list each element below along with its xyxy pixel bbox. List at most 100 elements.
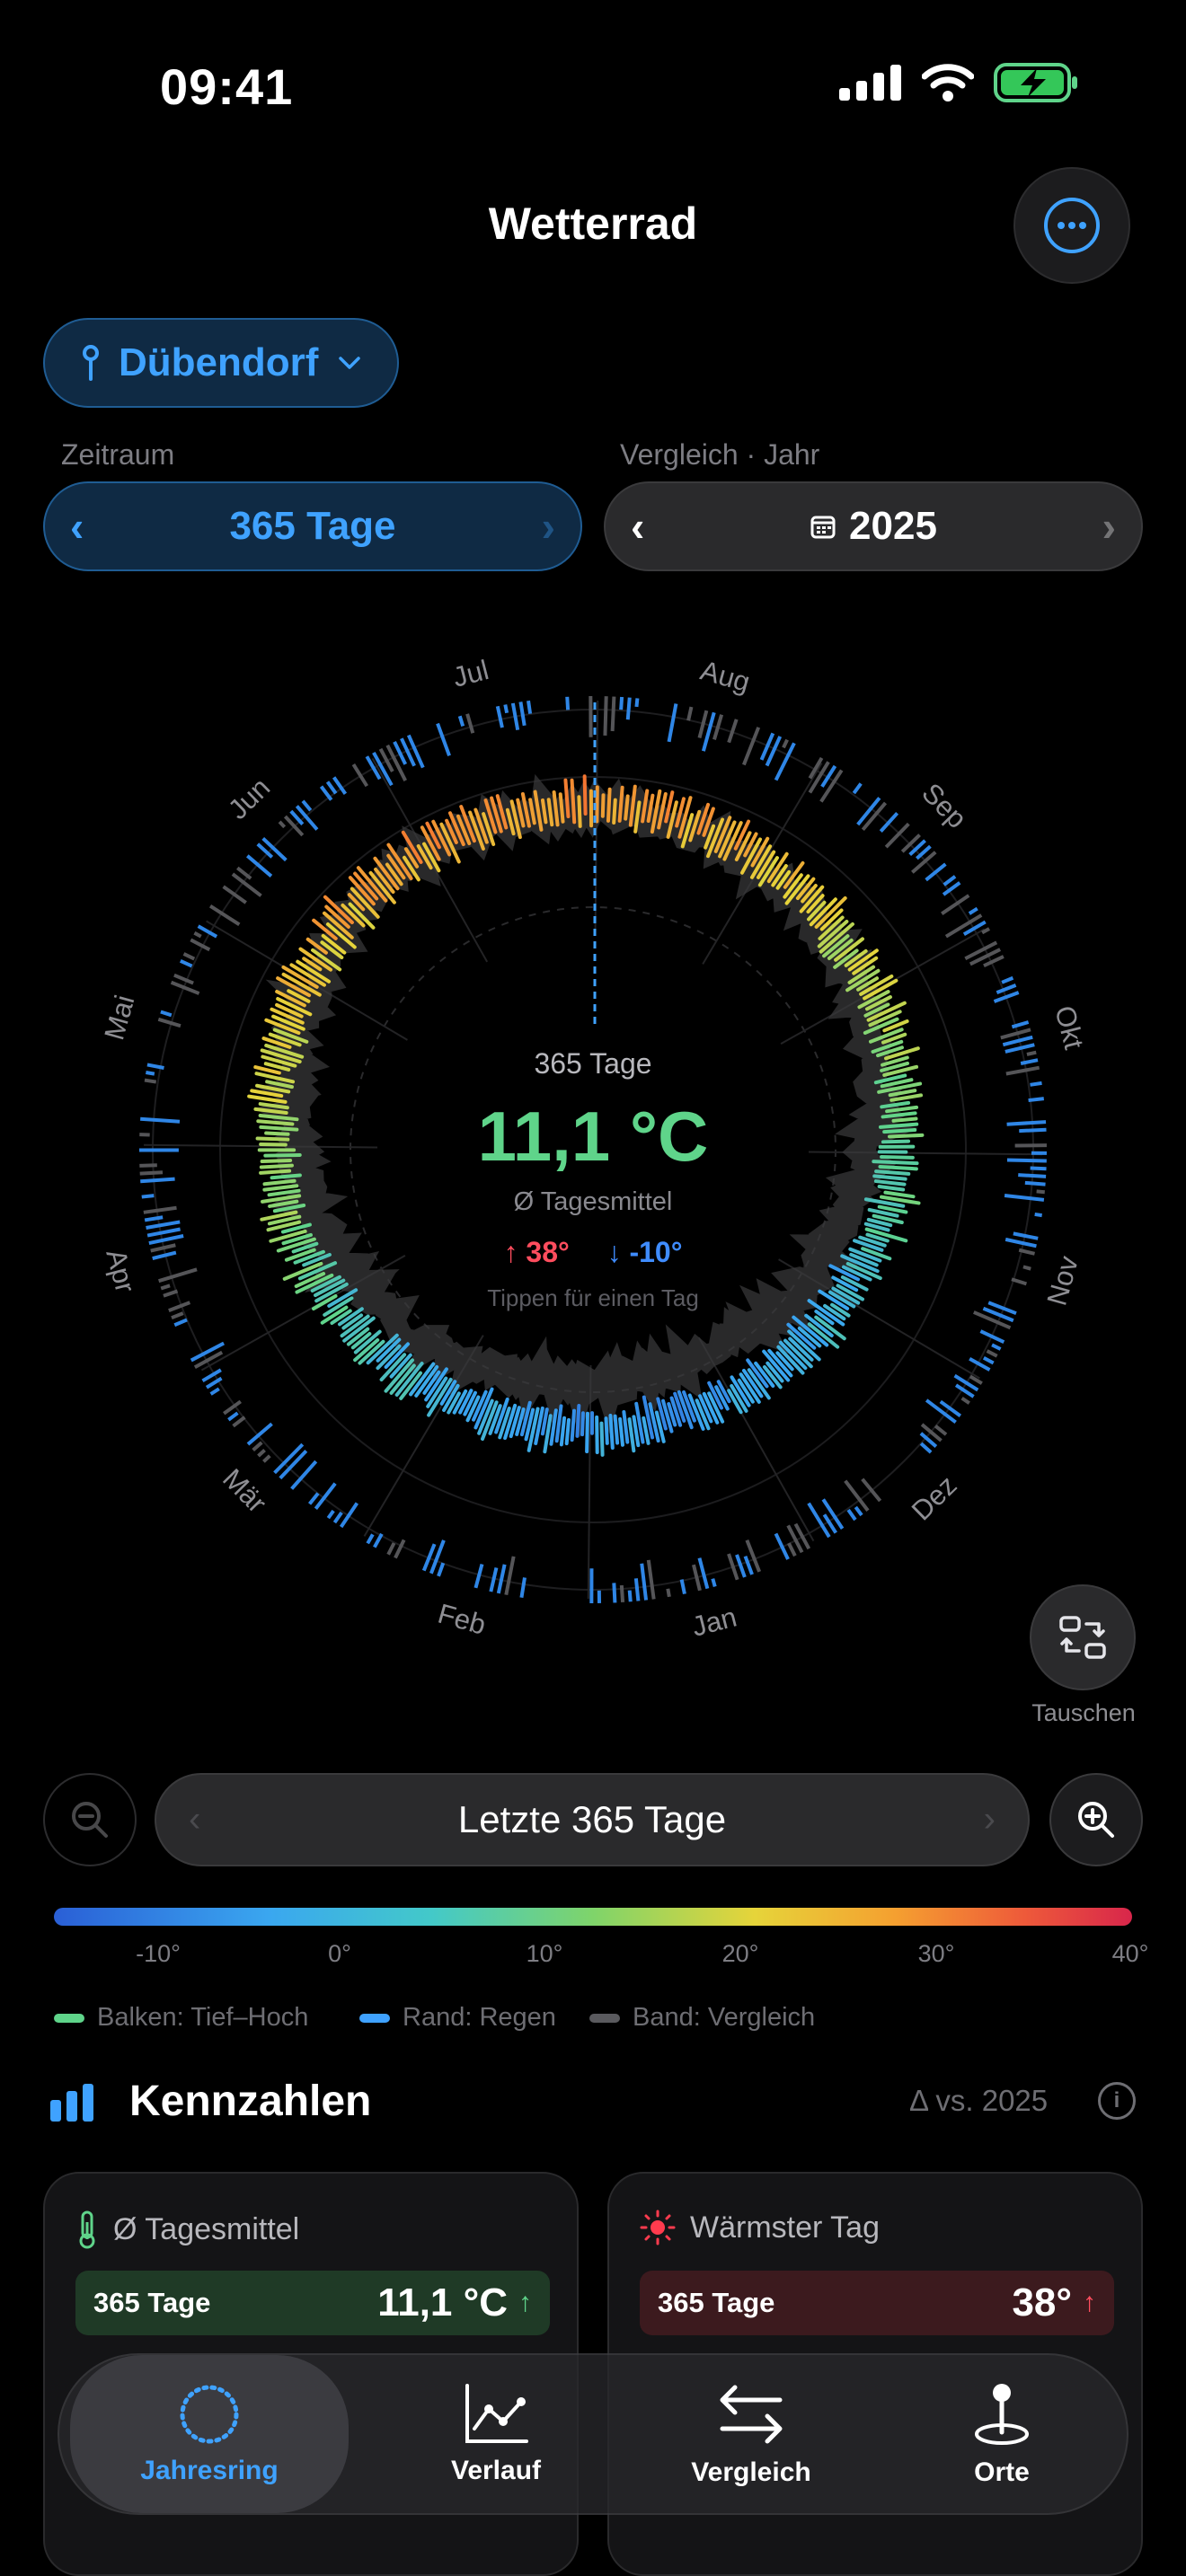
tab-label: Verlauf bbox=[450, 2456, 542, 2485]
month-label: Mär bbox=[217, 1462, 272, 1519]
rain-mark bbox=[182, 952, 196, 961]
cellular-signal-icon bbox=[839, 65, 901, 101]
temp-bar bbox=[262, 1178, 296, 1187]
rain-mark bbox=[943, 875, 957, 887]
ellipsis-circle-icon bbox=[1044, 198, 1100, 253]
status-time: 09:41 bbox=[160, 58, 294, 115]
month-label: Jul bbox=[449, 654, 491, 693]
rain-mark bbox=[646, 1559, 656, 1600]
temp-bar bbox=[624, 794, 630, 821]
rain-mark bbox=[504, 1556, 516, 1596]
card-value: 38° bbox=[1012, 2280, 1072, 2325]
chevron-right-icon[interactable]: › bbox=[542, 502, 555, 551]
period-label: Zeitraum bbox=[61, 438, 175, 471]
chevron-left-icon[interactable]: ‹ bbox=[70, 502, 84, 551]
legend-label: Band: Vergleich bbox=[633, 2003, 816, 2032]
tab-vergleich[interactable]: Vergleich bbox=[634, 2355, 868, 2513]
zoom-in-button[interactable] bbox=[1049, 1773, 1143, 1866]
trend-up-icon: ↑ bbox=[518, 2288, 532, 2317]
info-icon[interactable]: i bbox=[1098, 2082, 1136, 2120]
rain-mark bbox=[386, 1542, 396, 1556]
rain-mark bbox=[619, 696, 624, 710]
zoom-out-icon bbox=[72, 1802, 108, 1838]
rain-mark bbox=[173, 973, 194, 985]
rain-mark bbox=[373, 1532, 384, 1548]
rain-mark bbox=[144, 1215, 164, 1222]
rain-mark bbox=[1024, 1180, 1046, 1187]
tab-label: Jahresring bbox=[140, 2456, 279, 2485]
rain-mark bbox=[787, 1542, 797, 1557]
rain-mark bbox=[351, 763, 369, 788]
pin-icon bbox=[83, 345, 99, 381]
rain-mark bbox=[503, 704, 509, 714]
range-prev-icon[interactable]: ‹ bbox=[189, 1800, 200, 1840]
chevron-left-icon[interactable]: ‹ bbox=[631, 502, 644, 551]
max-temp: ↑ 38° bbox=[503, 1236, 570, 1268]
tab-orte[interactable]: Orte bbox=[890, 2355, 1114, 2513]
scale-tick: 0° bbox=[328, 1940, 351, 1967]
period-selector[interactable]: ‹ 365 Tage › bbox=[43, 481, 582, 571]
month-label: Jun bbox=[222, 772, 276, 825]
rain-mark bbox=[633, 1578, 641, 1601]
sun-icon bbox=[640, 2210, 676, 2245]
temp-bar bbox=[570, 1408, 576, 1442]
compare-year-value: 2025 bbox=[849, 504, 937, 548]
status-icons bbox=[839, 63, 1078, 102]
range-next-icon[interactable]: › bbox=[984, 1800, 996, 1840]
location-selector[interactable]: Dübendorf bbox=[43, 318, 400, 408]
legend-swatch bbox=[359, 2013, 390, 2023]
rain-mark bbox=[982, 1355, 995, 1365]
temp-bar bbox=[582, 774, 588, 816]
rain-mark bbox=[495, 705, 504, 728]
temperature-color-scale bbox=[54, 1908, 1132, 1926]
zoom-out-button[interactable] bbox=[43, 1773, 137, 1866]
rain-mark bbox=[261, 836, 288, 862]
rain-mark bbox=[1001, 975, 1014, 984]
section-title: Kennzahlen bbox=[129, 2078, 372, 2125]
rain-mark bbox=[679, 1579, 686, 1595]
zoom-in-icon bbox=[1078, 1802, 1114, 1838]
rain-mark bbox=[326, 1509, 335, 1520]
range-selector[interactable]: ‹ Letzte 365 Tage › bbox=[155, 1773, 1030, 1866]
rain-mark bbox=[854, 1505, 863, 1517]
chart-line-icon bbox=[465, 2384, 528, 2443]
card-title: Wärmster Tag bbox=[690, 2210, 880, 2245]
rain-mark bbox=[262, 1454, 271, 1463]
temp-bar bbox=[570, 778, 577, 825]
rain-mark bbox=[634, 698, 640, 708]
tab-verlauf[interactable]: Verlauf bbox=[379, 2355, 613, 2513]
rain-mark bbox=[173, 1318, 188, 1328]
rain-mark bbox=[979, 1329, 1005, 1344]
rain-mark bbox=[627, 1590, 633, 1602]
rain-mark bbox=[1000, 1028, 1031, 1040]
tab-jahresring[interactable]: Jahresring bbox=[70, 2355, 349, 2513]
more-button[interactable] bbox=[1013, 167, 1130, 284]
rain-mark bbox=[610, 696, 616, 732]
compare-year-selector[interactable]: ‹ 2025 › bbox=[604, 481, 1143, 571]
rain-mark bbox=[986, 1349, 998, 1358]
min-temp: ↓ -10° bbox=[606, 1236, 683, 1268]
rain-mark bbox=[308, 1492, 320, 1505]
tab-label: Vergleich bbox=[691, 2457, 811, 2487]
temp-bar bbox=[627, 1417, 636, 1453]
rain-mark bbox=[232, 1416, 246, 1428]
swap-button[interactable] bbox=[1030, 1584, 1136, 1690]
rain-mark bbox=[640, 1563, 649, 1601]
rain-mark bbox=[969, 1374, 983, 1385]
chart-bar-icon bbox=[50, 2084, 93, 2122]
rain-mark bbox=[257, 1448, 266, 1458]
period-value: 365 Tage bbox=[229, 504, 396, 548]
ring-icon bbox=[180, 2385, 239, 2444]
legend-label: Balken: Tief–Hoch bbox=[97, 2003, 309, 2032]
wheel-center-minmax: ↑ 38° ↓ -10° bbox=[0, 1236, 1186, 1269]
rain-mark bbox=[960, 1396, 970, 1405]
rain-mark bbox=[465, 713, 475, 734]
rain-mark bbox=[919, 1442, 933, 1454]
rain-mark bbox=[209, 1387, 220, 1396]
rain-mark bbox=[252, 1441, 263, 1452]
rain-mark bbox=[180, 958, 193, 968]
temp-bar bbox=[873, 1179, 907, 1187]
temp-bar bbox=[613, 1414, 620, 1445]
rain-mark bbox=[774, 1532, 790, 1560]
chevron-right-icon[interactable]: › bbox=[1102, 502, 1116, 551]
